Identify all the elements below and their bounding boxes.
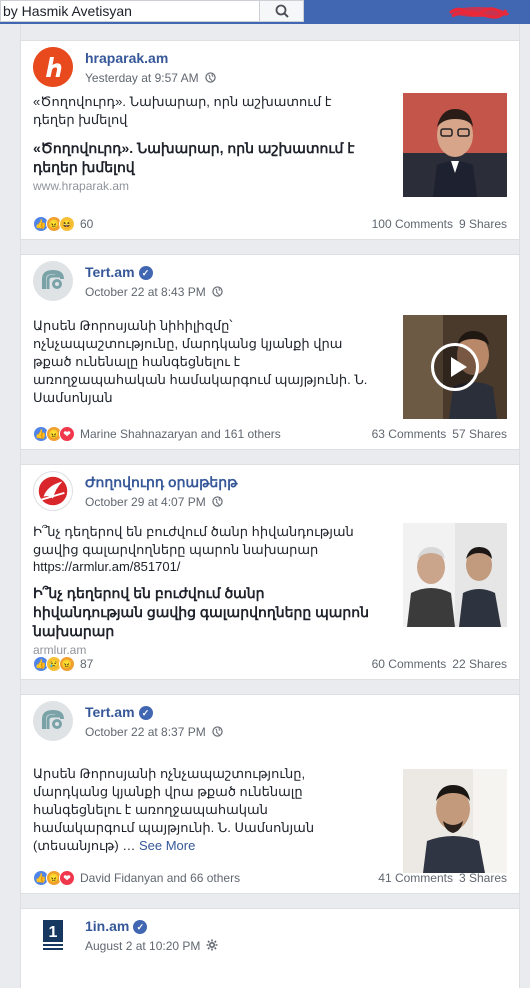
shares-count[interactable]: 9 Shares: [459, 217, 507, 231]
link-thumbnail[interactable]: [403, 523, 507, 627]
page-name[interactable]: 1in.am ✓: [85, 918, 148, 934]
page-name[interactable]: Tert.am ✓: [85, 704, 153, 720]
search-button[interactable]: [260, 0, 304, 22]
1in-logo[interactable]: 1: [33, 915, 73, 955]
page-name[interactable]: Tert.am ✓: [85, 264, 153, 280]
tert-logo[interactable]: [33, 701, 73, 741]
page-name[interactable]: hraparak.am: [85, 50, 168, 66]
post-timestamp[interactable]: October 22 at 8:37 PM: [85, 725, 223, 740]
top-navigation-bar: by Hasmik Avetisyan: [0, 0, 530, 24]
page-name[interactable]: Ժողովուրդ օրաթերթ: [85, 474, 238, 491]
video-thumbnail[interactable]: [403, 315, 507, 419]
post-text: «Ծողովուրդ». Նախարար, որն աշխատում է դեղ…: [33, 94, 332, 127]
post-timestamp[interactable]: Yesterday at 9:57 AM: [85, 71, 216, 86]
feed-post: 1 1in.am ✓ August 2 at 10:20 PM: [20, 908, 520, 988]
link-title[interactable]: «Ծողովուրդ». Նախարար, որն աշխատում է դեղ…: [33, 139, 373, 177]
svg-text:1: 1: [49, 924, 58, 941]
search-icon: [275, 4, 289, 18]
search-input[interactable]: by Hasmik Avetisyan: [0, 0, 260, 22]
reactions-summary[interactable]: 👍 😠 ❤ David Fidanyan and 66 others: [33, 870, 240, 886]
feed-post: Tert.am ✓ October 22 at 8:43 PM Արսեն Թոր…: [20, 254, 520, 450]
link-thumbnail[interactable]: [403, 93, 507, 197]
shares-count[interactable]: 22 Shares: [452, 657, 507, 671]
comments-count[interactable]: 63 Comments: [372, 427, 447, 441]
globe-icon: [204, 72, 216, 83]
post-timestamp[interactable]: October 22 at 8:43 PM: [85, 285, 223, 300]
comments-count[interactable]: 100 Comments: [372, 217, 453, 231]
feed-post: Ժողովուրդ օրաթերթ October 29 at 4:07 PM …: [20, 464, 520, 680]
verified-check-icon: ✓: [138, 266, 153, 280]
video-thumbnail[interactable]: [403, 769, 507, 873]
news-feed: hraparak.am Yesterday at 9:57 AM «Ծողովո…: [20, 24, 520, 988]
verified-check-icon: ✓: [138, 706, 153, 720]
shares-count[interactable]: 3 Shares: [459, 871, 507, 885]
reactions-summary[interactable]: 👍 😢 😠 87: [33, 656, 93, 672]
post-timestamp[interactable]: October 29 at 4:07 PM: [85, 495, 223, 510]
post-text: Արսեն Թորոսյանի նիհիլիզմը՝ ոչնչապաշտությ…: [33, 318, 368, 405]
love-icon: ❤: [59, 870, 75, 886]
haha-icon: 😆: [59, 216, 75, 232]
play-icon[interactable]: [431, 343, 479, 391]
zhoghovurd-logo[interactable]: [33, 471, 73, 511]
tert-logo[interactable]: [33, 261, 73, 301]
reactions-summary[interactable]: 👍 😠 😆 60: [33, 216, 93, 232]
comments-count[interactable]: 41 Comments: [378, 871, 453, 885]
post-text: Ի՞նչ դեղերով են բուժվում ծանր հիվանդությ…: [33, 524, 354, 557]
reactions-summary[interactable]: 👍 😠 ❤ Marine Shahnazaryan and 161 others: [33, 426, 281, 442]
hraparak-logo[interactable]: [33, 47, 73, 87]
globe-icon: [212, 496, 223, 507]
link-title[interactable]: Ի՞նչ դեղերով են բուժվում ծանր հիվանդությ…: [33, 584, 373, 641]
post-timestamp[interactable]: August 2 at 10:20 PM: [85, 939, 218, 954]
love-icon: ❤: [59, 426, 75, 442]
verified-check-icon: ✓: [133, 920, 148, 934]
feed-post: Tert.am ✓ October 22 at 8:37 PM Արսեն Թոր…: [20, 694, 520, 894]
globe-icon: [212, 286, 223, 297]
globe-icon: [212, 726, 223, 737]
angry-icon: 😠: [59, 656, 75, 672]
redaction-scribble: [449, 7, 510, 19]
gear-icon[interactable]: [206, 939, 218, 951]
post-text: Արսեն Թորոսյանի ոչնչապաշտությունը, մարդկ…: [33, 766, 315, 853]
comments-count[interactable]: 60 Comments: [372, 657, 447, 671]
see-more-link[interactable]: See More: [139, 838, 195, 853]
shares-count[interactable]: 57 Shares: [452, 427, 507, 441]
feed-post: hraparak.am Yesterday at 9:57 AM «Ծողովո…: [20, 40, 520, 240]
